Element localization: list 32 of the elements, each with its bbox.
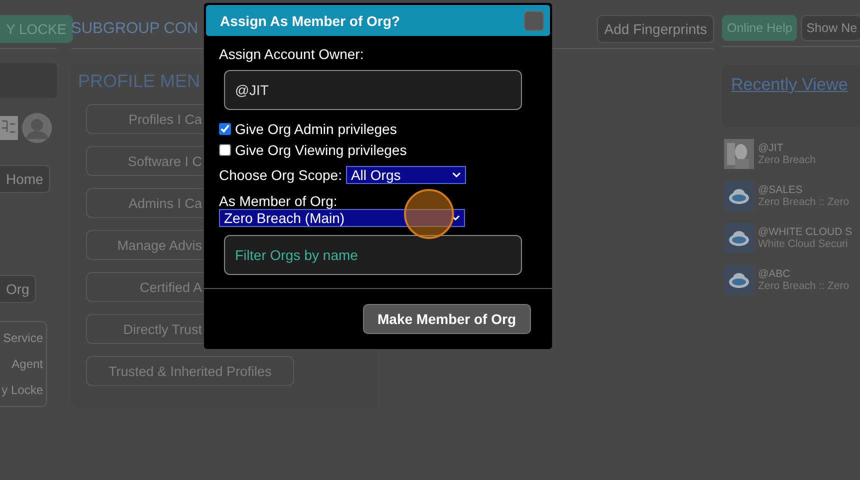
home-button[interactable]: Home [0,165,50,193]
cloud-icon [724,223,754,253]
panel-title: PROFILE MEN [78,71,200,92]
org-button[interactable]: Org [0,275,36,303]
recently-viewed-link[interactable]: Recently Viewe [731,75,848,94]
agent-text: y Locke [2,382,43,399]
checkbox[interactable] [219,144,231,156]
menu-button[interactable]: Trusted & Inherited Profiles [86,356,294,386]
section-title: SUBGROUP CON [71,20,198,38]
profile-handle[interactable]: @ABC [758,268,850,280]
caret-icon [451,215,460,221]
caret-icon [452,172,461,178]
make-member-button[interactable]: Make Member of Org [362,304,531,334]
filter-field[interactable]: Filter Orgs by name [224,235,522,275]
avatar-icon [22,113,52,143]
checkbox[interactable] [219,122,231,134]
profile-handle[interactable]: @WHITE CLOUD S [758,226,852,238]
click-marker [404,189,454,239]
dialog-title: Assign As Member of Org? [220,12,400,28]
agent-text: Agent [12,356,43,373]
header-button[interactable]: Add Fingerprints [597,15,714,43]
diagram-icon [0,116,18,140]
cloud-icon [724,181,754,211]
agent-text: Service [2,330,43,347]
cloud-icon [724,265,754,295]
field-label: Assign Account Owner: [219,46,365,62]
profile-handle[interactable]: @JIT [758,142,816,154]
owner-field[interactable]: @JIT [224,70,522,110]
org-select[interactable]: Zero Breach (Main) [219,209,465,227]
header-button[interactable]: Show Ne [801,15,860,41]
profile-handle[interactable]: @SALES [758,184,850,196]
scope-select[interactable]: All Orgs [346,166,466,184]
